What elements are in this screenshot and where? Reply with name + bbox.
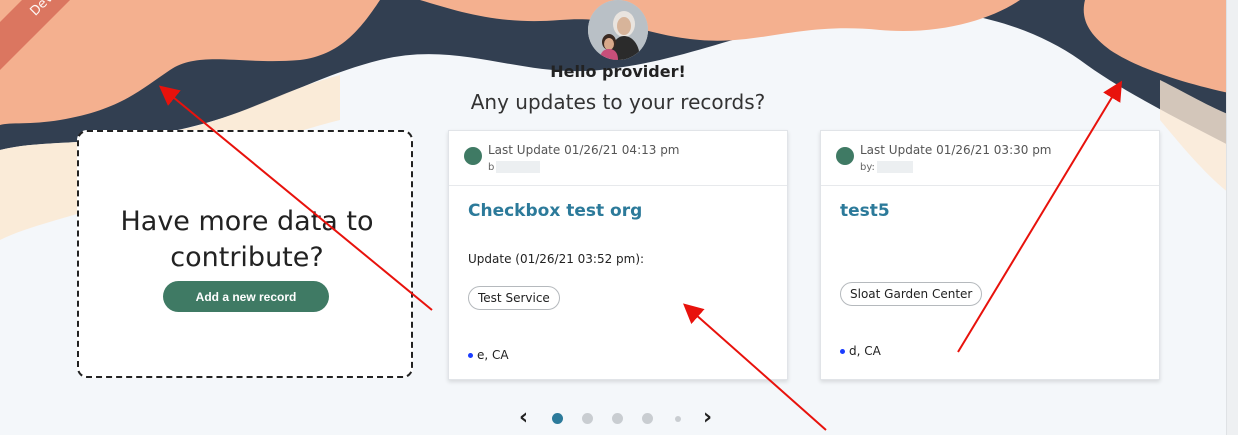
location: e, CA [468,348,509,362]
updated-by: by: [860,161,913,173]
page-subtitle: Any updates to your records? [470,90,766,114]
record-card[interactable]: Last Update 01/26/21 03:30 pm by: test5 … [820,130,1160,380]
scrollbar[interactable] [1226,0,1238,435]
org-status-icon [464,147,482,165]
org-status-icon [836,147,854,165]
record-title[interactable]: Checkbox test org [468,201,642,221]
redacted-name [496,161,541,173]
redacted-name [876,161,913,173]
last-update-text: Last Update 01/26/21 03:30 pm [860,143,1052,157]
pager-dot[interactable] [552,413,563,424]
carousel-pager: ‹ › [515,404,725,432]
service-tag[interactable]: Test Service [468,286,560,310]
record-title[interactable]: test5 [840,201,890,221]
record-card[interactable]: Last Update 01/26/21 04:13 pm b Checkbox… [448,130,788,380]
pager-dot[interactable] [582,413,593,424]
card-header: Last Update 01/26/21 04:13 pm b [449,131,787,186]
last-update-text: Last Update 01/26/21 04:13 pm [488,143,680,157]
chevron-left-icon[interactable]: ‹ [519,406,528,430]
add-record-card: Have more data to contribute? Add a new … [77,130,413,378]
pager-dot[interactable] [675,416,681,422]
pager-dot[interactable] [612,413,623,424]
pager-dot[interactable] [642,413,653,424]
service-tag[interactable]: Sloat Garden Center [840,282,983,306]
updated-by: b [488,161,541,173]
chevron-right-icon[interactable]: › [703,406,712,430]
location: d, CA [840,344,881,358]
location-dot-icon [468,353,473,358]
location-dot-icon [840,349,845,354]
card-header: Last Update 01/26/21 03:30 pm by: [821,131,1159,186]
update-text: Update (01/26/21 03:52 pm): [468,252,645,266]
greeting: Hello provider! [550,62,686,81]
add-new-record-button[interactable]: Add a new record [163,281,329,312]
user-photo-icon [588,0,648,60]
avatar[interactable] [588,0,648,60]
cta-title: Have more data to contribute? [120,206,374,273]
